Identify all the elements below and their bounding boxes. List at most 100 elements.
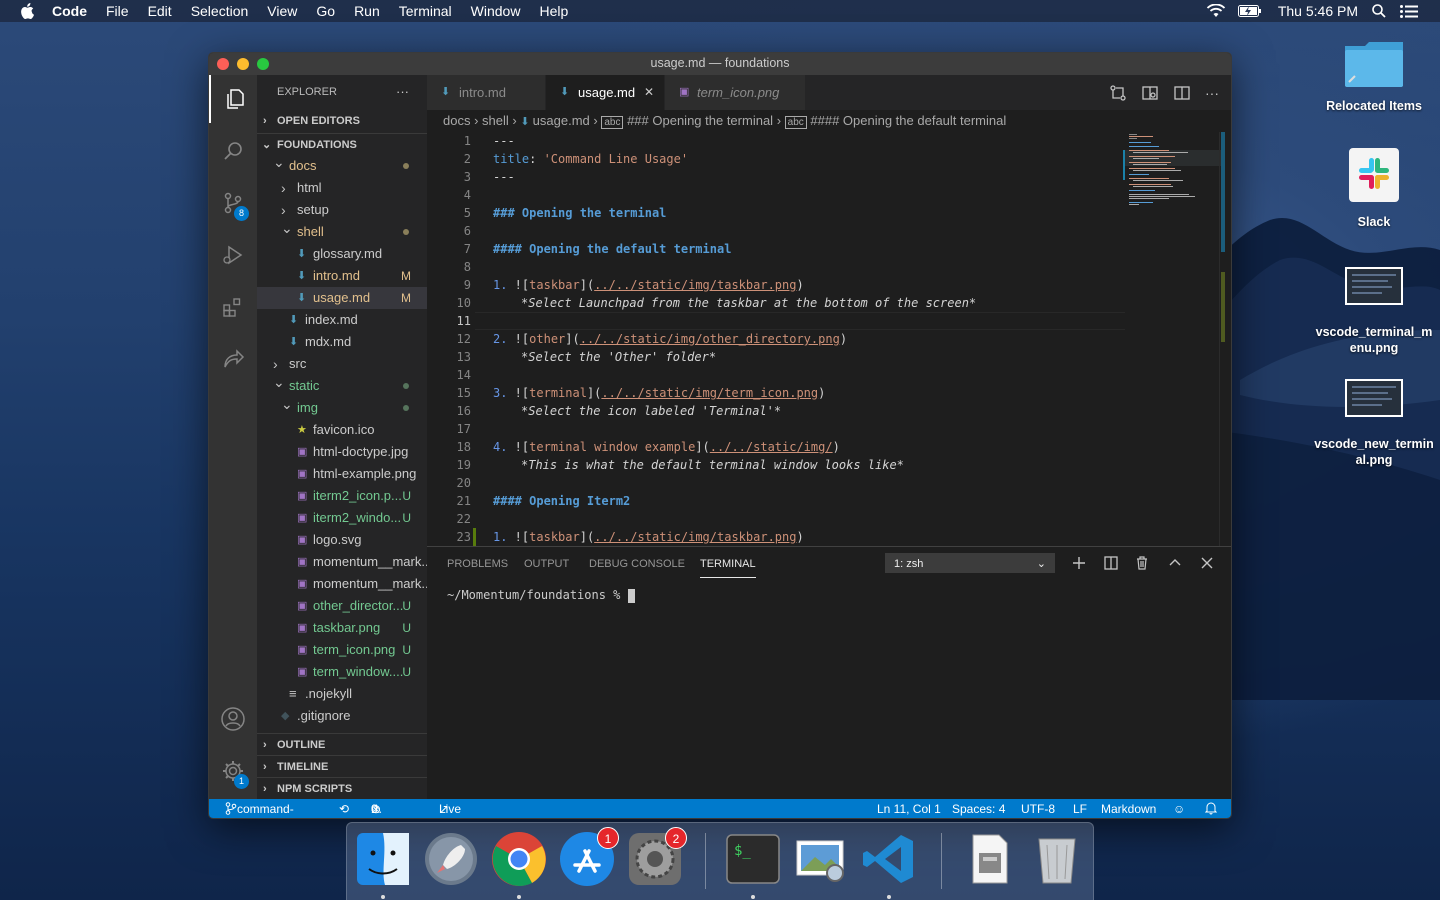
tab-usage-md[interactable]: ⬇ usage.md ✕: [546, 75, 664, 110]
tree-item[interactable]: › src: [257, 353, 427, 375]
menu-edit[interactable]: Edit: [148, 3, 172, 19]
tree-item[interactable]: ⌄ static: [257, 375, 427, 397]
tree-item[interactable]: ▣ html-example.png: [257, 463, 427, 485]
tree-item[interactable]: ⬇ mdx.md: [257, 331, 427, 353]
tree-item[interactable]: ⌄ docs: [257, 155, 427, 177]
npm-scripts-section[interactable]: › NPM SCRIPTS: [257, 777, 427, 799]
breadcrumb-shell[interactable]: shell: [482, 113, 509, 128]
tree-item[interactable]: ⌄ img: [257, 397, 427, 419]
desktop-icon-vscode-new-terminal[interactable]: vscode_new_terminal.png: [1314, 378, 1434, 468]
desktop-icon-relocated-items[interactable]: Relocated Items: [1314, 38, 1434, 114]
tree-item[interactable]: ▣ taskbar.png U: [257, 617, 427, 639]
breadcrumb-heading-3[interactable]: ### Opening the terminal: [627, 113, 773, 128]
zoom-window-button[interactable]: [257, 58, 269, 70]
tree-item[interactable]: ▣ momentum__mark...: [257, 551, 427, 573]
code-editor[interactable]: 1 2 3 4 5 6 7 8 9 10 11 12 13 14 15 16 17 18 19 20 21 22 23 --…: [427, 132, 1231, 546]
open-changes-icon[interactable]: [1109, 84, 1127, 102]
tab-intro-md[interactable]: ⬇ intro.md: [427, 75, 545, 110]
explorer-more-button[interactable]: ···: [396, 75, 409, 110]
vscode-icon[interactable]: [861, 831, 917, 887]
tree-item[interactable]: ▣ iterm2_icon.p... U: [257, 485, 427, 507]
accounts-activity[interactable]: [209, 695, 257, 743]
tree-item[interactable]: ▣ term_icon.png U: [257, 639, 427, 661]
timeline-section[interactable]: › TIMELINE: [257, 755, 427, 777]
maximize-panel-icon[interactable]: [1167, 555, 1183, 571]
desktop-icon-vscode-terminal-menu[interactable]: vscode_terminal_menu.png: [1314, 266, 1434, 356]
minimap[interactable]: [1123, 132, 1223, 232]
launchpad-icon[interactable]: [423, 831, 479, 887]
wifi-icon[interactable]: [1206, 4, 1226, 18]
tab-term-icon-png[interactable]: ▣ term_icon.png: [665, 75, 805, 110]
clock[interactable]: Thu 5:46 PM: [1278, 3, 1358, 19]
menu-app-name[interactable]: Code: [52, 3, 87, 19]
sync-icon[interactable]: ⟲: [339, 799, 349, 818]
desktop-icon-slack[interactable]: Slack: [1314, 146, 1434, 230]
preview-icon[interactable]: [793, 831, 849, 887]
tree-item[interactable]: ▣ term_window.... U: [257, 661, 427, 683]
terminal-select[interactable]: 1: zsh ⌄: [885, 553, 1055, 573]
notification-center-icon[interactable]: [1400, 4, 1418, 18]
menu-selection[interactable]: Selection: [191, 3, 249, 19]
tree-item[interactable]: ▣ html-doctype.jpg: [257, 441, 427, 463]
trash-icon[interactable]: [1029, 831, 1085, 887]
language-status[interactable]: Markdown: [1101, 799, 1156, 818]
more-actions-icon[interactable]: ···: [1205, 84, 1219, 102]
menu-help[interactable]: Help: [539, 3, 568, 19]
cursor-position[interactable]: Ln 11, Col 1: [877, 799, 941, 818]
apple-icon[interactable]: [20, 3, 34, 19]
tree-item[interactable]: ⌄ shell: [257, 221, 427, 243]
feedback-icon[interactable]: ☺: [1173, 799, 1185, 818]
breadcrumb-file[interactable]: usage.md: [533, 113, 590, 128]
tab-terminal[interactable]: TERMINAL: [700, 549, 756, 578]
explorer-activity[interactable]: [209, 75, 257, 123]
breadcrumb-heading-4[interactable]: #### Opening the default terminal: [810, 113, 1006, 128]
minimize-window-button[interactable]: [237, 58, 249, 70]
encoding-status[interactable]: UTF-8: [1021, 799, 1055, 818]
split-terminal-icon[interactable]: [1103, 555, 1119, 571]
terminal-icon[interactable]: $_: [725, 831, 781, 887]
finder-icon[interactable]: [355, 831, 411, 887]
bell-icon[interactable]: [1205, 799, 1217, 818]
close-window-button[interactable]: [217, 58, 229, 70]
live-share-activity[interactable]: [209, 335, 257, 383]
tree-item[interactable]: ▣ logo.svg: [257, 529, 427, 551]
menu-window[interactable]: Window: [471, 3, 521, 19]
menu-view[interactable]: View: [267, 3, 297, 19]
tab-problems[interactable]: PROBLEMS: [447, 547, 508, 581]
breadcrumb-docs[interactable]: docs: [443, 113, 470, 128]
tree-item[interactable]: ⬇ glossary.md: [257, 243, 427, 265]
tree-item[interactable]: ▣ iterm2_windo... U: [257, 507, 427, 529]
tree-item[interactable]: ◆ .gitignore: [257, 705, 427, 727]
tab-output[interactable]: OUTPUT: [524, 547, 569, 581]
tree-item[interactable]: › setup: [257, 199, 427, 221]
folder-root-section[interactable]: ⌄ FOUNDATIONS: [257, 133, 427, 155]
tree-item[interactable]: › html: [257, 177, 427, 199]
terminal-output[interactable]: ~/Momentum/foundations %: [447, 588, 635, 603]
eol-status[interactable]: LF: [1073, 799, 1087, 818]
tree-item[interactable]: ▣ momentum__mark...: [257, 573, 427, 595]
split-editor-icon[interactable]: [1173, 84, 1191, 102]
downloads-stack-icon[interactable]: [961, 831, 1017, 887]
tab-debug-console[interactable]: DEBUG CONSOLE: [589, 547, 685, 581]
tree-item[interactable]: ≡ .nojekyll: [257, 683, 427, 705]
tree-item[interactable]: ⬇ usage.md M: [257, 287, 427, 309]
chrome-icon[interactable]: [491, 831, 547, 887]
extensions-activity[interactable]: [209, 283, 257, 331]
source-control-activity[interactable]: 8: [209, 179, 257, 227]
menu-file[interactable]: File: [106, 3, 129, 19]
battery-icon[interactable]: [1237, 5, 1262, 17]
close-tab-icon[interactable]: ✕: [644, 75, 654, 110]
menu-go[interactable]: Go: [316, 3, 335, 19]
run-debug-activity[interactable]: [209, 231, 257, 279]
new-terminal-icon[interactable]: [1071, 555, 1087, 571]
open-preview-icon[interactable]: [1141, 84, 1159, 102]
search-activity[interactable]: [209, 127, 257, 175]
spotlight-search-icon[interactable]: [1372, 4, 1386, 18]
tree-item[interactable]: ⬇ intro.md M: [257, 265, 427, 287]
manage-activity[interactable]: 1: [209, 747, 257, 795]
outline-section[interactable]: › OUTLINE: [257, 733, 427, 755]
menu-run[interactable]: Run: [354, 3, 380, 19]
trash-icon[interactable]: [1134, 555, 1150, 571]
menu-terminal[interactable]: Terminal: [399, 3, 452, 19]
indentation-status[interactable]: Spaces: 4: [952, 799, 1005, 818]
